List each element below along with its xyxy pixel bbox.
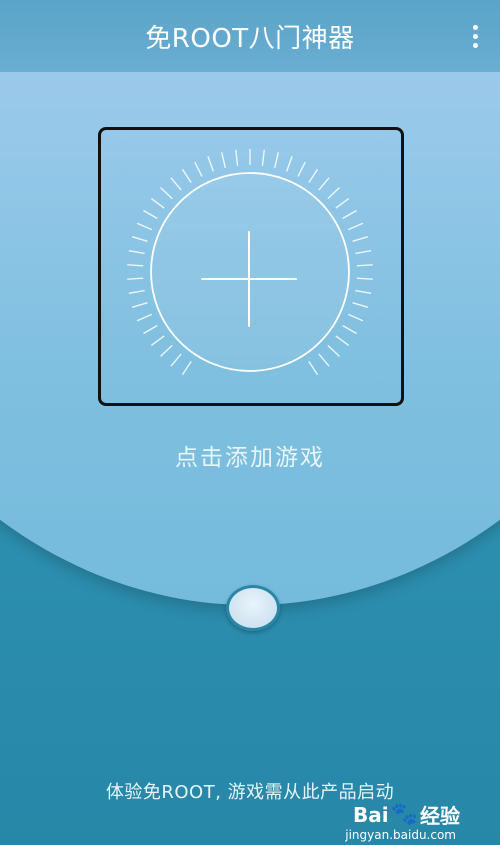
watermark-brand-left: Bai [352, 802, 389, 827]
drawer-handle-button[interactable] [226, 585, 280, 631]
watermark-url: jingyan.baidu.com [345, 828, 456, 842]
overflow-menu-button[interactable] [464, 18, 486, 54]
more-vert-dot [472, 33, 478, 39]
add-game-button[interactable] [98, 127, 404, 406]
baidu-watermark: Bai 🐾 经验 [353, 800, 460, 829]
more-vert-dot [472, 42, 478, 48]
app-root: 免ROOT八门神器 点击添加游戏 体验免ROOT, 游戏需从此产品启动 Bai … [0, 0, 500, 845]
more-vert-icon [472, 24, 478, 30]
top-app-bar: 免ROOT八门神器 [0, 0, 500, 72]
add-game-label[interactable]: 点击添加游戏 [0, 438, 500, 472]
baidu-paw-icon: 🐾 [390, 802, 418, 827]
watermark-brand-right: 经验 [420, 804, 460, 828]
app-title: 免ROOT八门神器 [145, 23, 355, 54]
